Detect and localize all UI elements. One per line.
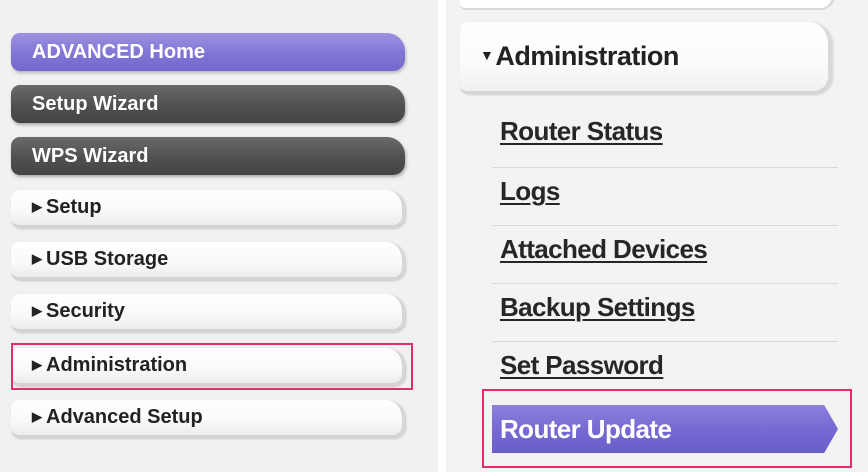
wps-wizard-label: WPS Wizard xyxy=(32,144,149,167)
triangle-right-icon: ▶ xyxy=(32,408,42,424)
router-status-link[interactable]: Router Status xyxy=(500,116,663,147)
administration-label: Administration xyxy=(46,354,188,376)
triangle-right-icon: ▶ xyxy=(32,356,42,372)
advanced-home-button[interactable]: ADVANCED Home xyxy=(11,33,405,71)
security-menu-item[interactable]: ▶ Security xyxy=(11,294,405,332)
router-update-label: Router Update xyxy=(500,413,672,444)
administration-menu-item[interactable]: ▶ Administration xyxy=(11,348,405,386)
setup-wizard-label: Setup Wizard xyxy=(32,92,159,115)
setup-label: Setup xyxy=(46,196,102,218)
security-label: Security xyxy=(46,300,125,322)
backup-settings-link[interactable]: Backup Settings xyxy=(500,292,695,323)
setup-wizard-button[interactable]: Setup Wizard xyxy=(11,85,405,123)
set-password-link[interactable]: Set Password xyxy=(500,350,664,381)
router-update-button[interactable]: Router Update xyxy=(492,405,838,453)
triangle-down-icon: ▼ xyxy=(480,46,494,63)
triangle-right-icon: ▶ xyxy=(32,250,42,266)
attached-devices-link[interactable]: Attached Devices xyxy=(500,234,708,265)
divider xyxy=(492,167,838,168)
divider xyxy=(492,225,838,226)
logs-link[interactable]: Logs xyxy=(500,176,560,207)
advanced-home-label: ADVANCED Home xyxy=(32,40,205,63)
triangle-right-icon: ▶ xyxy=(32,198,42,214)
wps-wizard-button[interactable]: WPS Wizard xyxy=(11,137,405,175)
right-submenu-panel: ▼ Administration Router Status Logs Atta… xyxy=(446,0,868,472)
divider xyxy=(492,341,838,342)
administration-header-label: Administration xyxy=(495,41,679,71)
usb-storage-menu-item[interactable]: ▶ USB Storage xyxy=(11,242,405,280)
usb-storage-label: USB Storage xyxy=(46,248,169,270)
triangle-right-icon: ▶ xyxy=(32,302,42,318)
left-navigation-panel: ADVANCED Home Setup Wizard WPS Wizard ▶ … xyxy=(0,0,438,472)
advanced-setup-label: Advanced Setup xyxy=(46,406,203,428)
advanced-setup-menu-item[interactable]: ▶ Advanced Setup xyxy=(11,400,405,438)
divider xyxy=(492,283,838,284)
previous-menu-item-edge xyxy=(460,0,835,10)
setup-menu-item[interactable]: ▶ Setup xyxy=(11,190,405,228)
administration-header-button[interactable]: ▼ Administration xyxy=(460,22,832,94)
